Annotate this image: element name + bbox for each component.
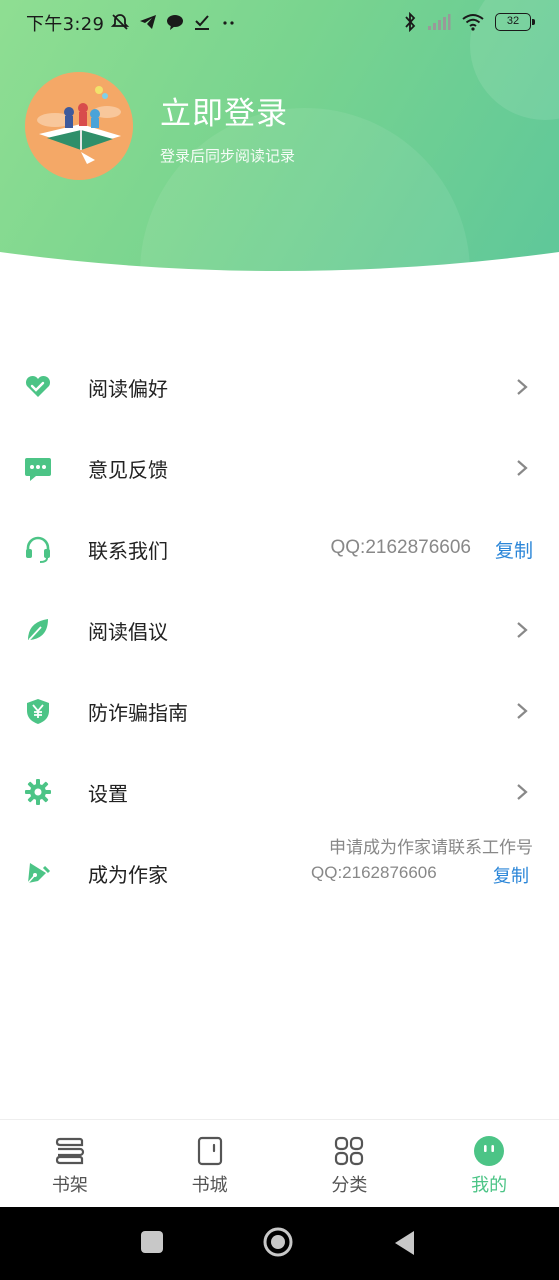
copy-writer-qq-button[interactable]: 复制 bbox=[493, 862, 529, 888]
nav-label: 书架 bbox=[51, 1175, 88, 1196]
reading-illustration-icon bbox=[25, 72, 133, 180]
chevron-right-icon bbox=[517, 379, 528, 395]
home-button-icon[interactable] bbox=[262, 1226, 294, 1258]
nav-label: 分类 bbox=[331, 1175, 368, 1196]
telegram-icon bbox=[140, 15, 156, 29]
chat-bubble-icon bbox=[25, 458, 51, 481]
menu-item-reading-initiative[interactable]: 阅读倡议 bbox=[0, 590, 559, 671]
contact-qq-number: QQ:2162876606 bbox=[330, 537, 471, 558]
nav-label: 我的 bbox=[471, 1175, 508, 1196]
wifi-icon bbox=[462, 14, 484, 31]
menu-label: 阅读偏好 bbox=[88, 377, 168, 401]
menu-item-reading-preference[interactable]: 阅读偏好 bbox=[0, 347, 559, 428]
tab-mine[interactable]: 我的 bbox=[419, 1120, 559, 1207]
battery-icon: 32 bbox=[495, 13, 535, 31]
writer-apply-note: 申请成为作家请联系工作号 bbox=[329, 838, 533, 858]
heart-icon bbox=[25, 375, 51, 397]
system-navigation-bar bbox=[0, 1207, 559, 1280]
status-bar: 下午3:29 32 bbox=[0, 0, 559, 44]
signal-icon bbox=[428, 14, 451, 30]
login-title[interactable]: 立即登录 bbox=[160, 88, 288, 133]
profile-header: 下午3:29 32 立即登录 登录后同步阅读记录 bbox=[0, 0, 559, 280]
system-status-icons: 32 bbox=[403, 11, 535, 33]
chevron-right-icon bbox=[517, 784, 528, 800]
chevron-right-icon bbox=[517, 460, 528, 476]
menu-label: 成为作家 bbox=[88, 863, 168, 887]
settings-menu: 阅读偏好 意见反馈 联系我们 QQ:2162876606 复制 阅读倡议 防诈骗… bbox=[0, 347, 559, 914]
gear-icon bbox=[25, 779, 51, 805]
profile-face-icon bbox=[474, 1136, 505, 1166]
shield-yen-icon bbox=[27, 699, 49, 724]
menu-item-anti-fraud-guide[interactable]: 防诈骗指南 bbox=[0, 671, 559, 752]
bluetooth-icon bbox=[405, 12, 416, 32]
chevron-right-icon bbox=[517, 703, 528, 719]
menu-item-become-writer[interactable]: 成为作家 申请成为作家请联系工作号 QQ:2162876606 复制 bbox=[0, 833, 559, 914]
bookshelf-icon bbox=[55, 1137, 84, 1165]
headset-icon bbox=[26, 536, 50, 563]
bookstore-icon bbox=[197, 1136, 222, 1166]
tab-bookshelf[interactable]: 书架 bbox=[0, 1120, 140, 1207]
download-done-icon bbox=[195, 15, 209, 30]
login-subtitle: 登录后同步阅读记录 bbox=[160, 147, 296, 165]
grid-icon bbox=[335, 1136, 364, 1166]
writer-qq-number: QQ:2162876606 bbox=[311, 863, 437, 882]
more-dots-icon bbox=[223, 21, 234, 25]
menu-label: 阅读倡议 bbox=[88, 620, 168, 644]
menu-label: 设置 bbox=[88, 782, 128, 806]
nav-label: 书城 bbox=[191, 1175, 228, 1196]
copy-qq-button[interactable]: 复制 bbox=[495, 536, 533, 563]
chevron-right-icon bbox=[517, 622, 528, 638]
tab-bookstore[interactable]: 书城 bbox=[140, 1120, 280, 1207]
muted-bell-icon bbox=[110, 14, 130, 30]
tab-category[interactable]: 分类 bbox=[280, 1120, 420, 1207]
menu-label: 意见反馈 bbox=[88, 458, 168, 482]
menu-label: 联系我们 bbox=[88, 539, 168, 563]
recent-apps-icon[interactable] bbox=[140, 1229, 164, 1255]
back-button-icon[interactable] bbox=[392, 1229, 418, 1257]
status-time: 下午3:29 bbox=[26, 14, 105, 35]
notification-icons bbox=[110, 12, 238, 32]
header-curve bbox=[0, 252, 559, 280]
message-icon bbox=[167, 15, 183, 30]
avatar[interactable] bbox=[25, 72, 133, 180]
leaf-icon bbox=[28, 619, 48, 641]
menu-item-settings[interactable]: 设置 bbox=[0, 752, 559, 833]
menu-item-feedback[interactable]: 意见反馈 bbox=[0, 428, 559, 509]
menu-item-contact-us[interactable]: 联系我们 QQ:2162876606 复制 bbox=[0, 509, 559, 590]
pen-icon bbox=[27, 863, 51, 884]
menu-label: 防诈骗指南 bbox=[88, 701, 188, 725]
bottom-navigation: 书架 书城 分类 我的 bbox=[0, 1119, 559, 1207]
